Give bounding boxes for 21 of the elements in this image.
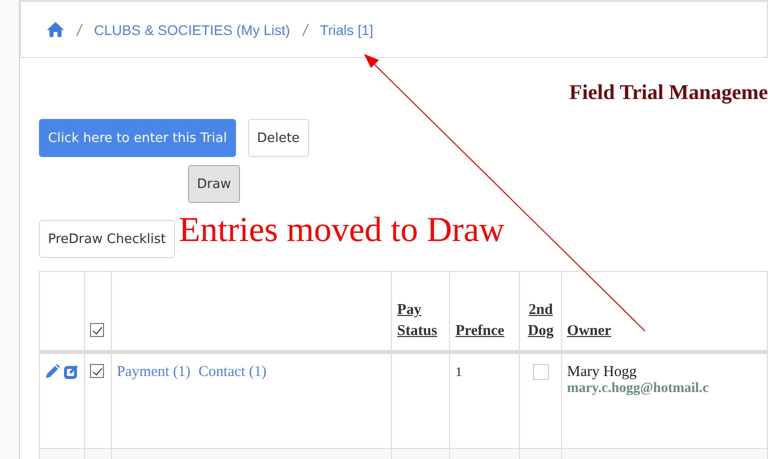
checkbox[interactable] <box>532 364 549 380</box>
owner-name: Mary Hogg <box>567 364 638 381</box>
table-cell: 1 <box>455 364 462 379</box>
page-heading: Field Trial Manageme <box>569 80 768 106</box>
edit-square-icon[interactable] <box>64 364 79 379</box>
column-header[interactable]: Prefnce <box>455 321 504 342</box>
edit-pencil-icon[interactable] <box>45 364 60 379</box>
owner-email: mary.c.hogg@hotmail.c <box>567 381 710 397</box>
breadcrumb-link[interactable]: Trials [1] <box>320 22 374 38</box>
button[interactable]: PreDraw Checklist <box>39 220 175 258</box>
breadcrumb-link[interactable]: CLUBS & SOCIETIES (My List) <box>94 22 290 38</box>
button[interactable]: Delete <box>248 119 309 157</box>
row-link[interactable]: Payment (1) <box>116 364 191 380</box>
annotation-text: Entries moved to Draw <box>178 210 504 250</box>
button[interactable]: Draw <box>188 165 240 203</box>
checkbox[interactable] <box>90 323 104 337</box>
row-link[interactable]: Contact (1) <box>198 364 266 380</box>
column-header[interactable]: Owner <box>567 321 612 342</box>
checkbox[interactable] <box>90 364 104 378</box>
button[interactable]: Click here to enter this Trial <box>39 119 236 157</box>
home-icon[interactable] <box>47 22 64 37</box>
